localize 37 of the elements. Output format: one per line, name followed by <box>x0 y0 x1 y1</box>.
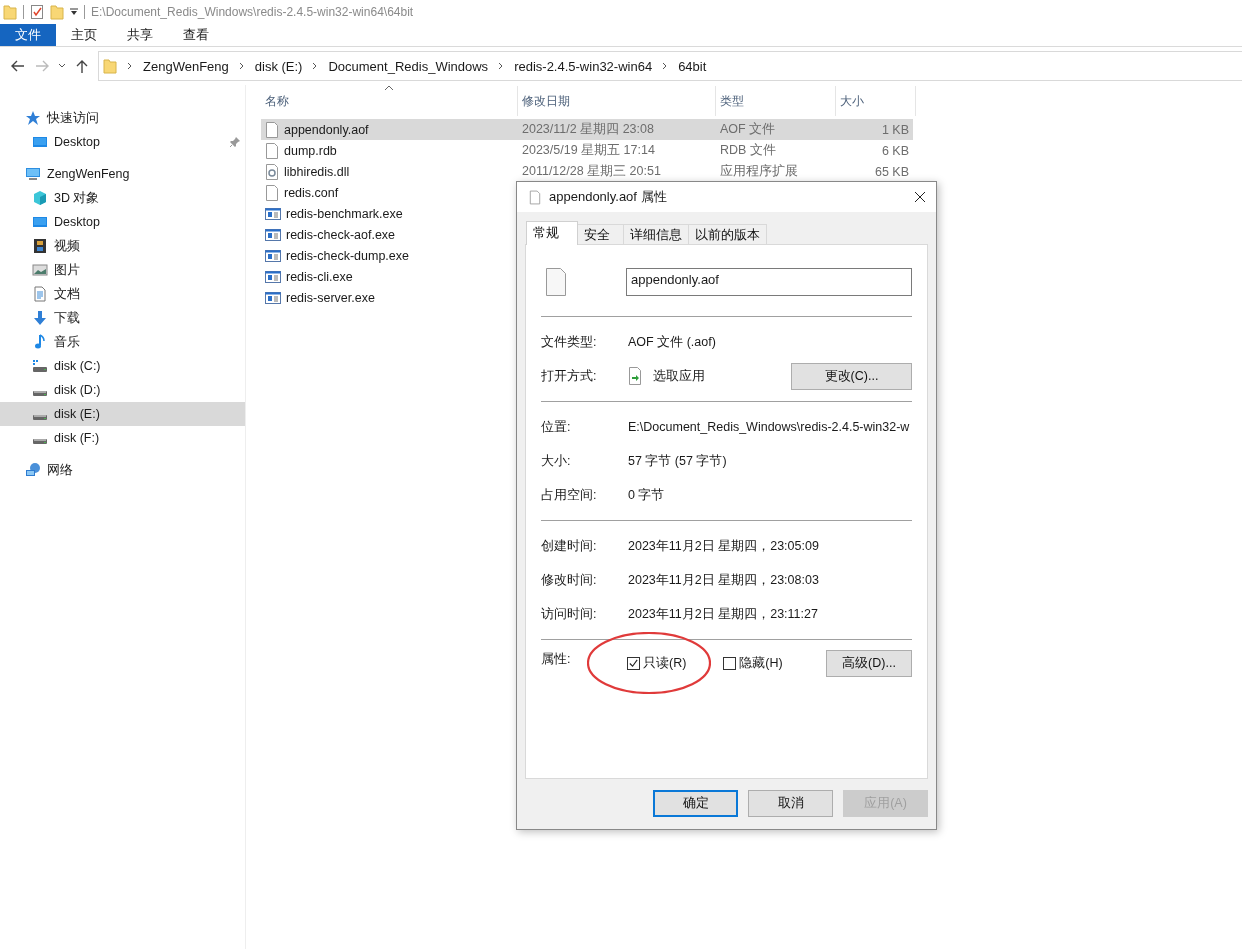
dialog-title: appendonly.aof 属性 <box>549 188 667 206</box>
property-label: 打开方式: <box>541 367 598 385</box>
type-cell: 应用程序扩展 <box>720 163 798 180</box>
date-cell: 2023/11/2 星期四 23:08 <box>522 121 654 138</box>
type-cell: RDB 文件 <box>720 142 776 159</box>
window-title: E:\Document_Redis_Windows\redis-2.4.5-win32-win64\64bit <box>91 5 414 19</box>
file-name: redis-server.exe <box>286 290 375 305</box>
property-label: 文件类型: <box>541 333 598 351</box>
property-label: 占用空间: <box>541 486 598 504</box>
property-value: E:\Document_Redis_Windows\redis-2.4.5-win32-w <box>628 420 910 434</box>
property-label: 位置: <box>541 418 572 436</box>
property-value: 2023年11月2日 星期四，23:05:09 <box>628 537 819 555</box>
file-name: dump.rdb <box>284 143 337 158</box>
file-name: appendonly.aof <box>284 122 369 137</box>
date-cell: 2023/5/19 星期五 17:14 <box>522 142 655 159</box>
type-cell: AOF 文件 <box>720 121 776 138</box>
property-value: 57 字节 (57 字节) <box>628 452 727 470</box>
property-value: 0 字节 <box>628 486 665 504</box>
property-label: 访问时间: <box>541 605 598 623</box>
property-label: 大小: <box>541 452 572 470</box>
size-cell: 6 KB <box>881 143 909 158</box>
date-cell: 2011/12/28 星期三 20:51 <box>522 163 661 180</box>
property-label: 创建时间: <box>541 537 598 555</box>
property-value: AOF 文件 (.aof) <box>628 333 716 351</box>
file-name: libhiredis.dll <box>284 164 350 179</box>
property-value: 2023年11月2日 星期四，23:08:03 <box>628 571 819 589</box>
property-value: 2023年11月2日 星期四，23:11:27 <box>628 605 818 623</box>
file-name: redis-check-aof.exe <box>286 227 396 242</box>
size-cell: 1 KB <box>881 122 909 137</box>
file-name: redis-cli.exe <box>286 269 353 284</box>
file-name: redis.conf <box>284 185 339 200</box>
property-label: 属性: <box>541 651 572 668</box>
property-label: 修改时间: <box>541 571 598 589</box>
file-name: redis-benchmark.exe <box>286 206 403 221</box>
size-cell: 65 KB <box>874 164 909 179</box>
file-name: redis-check-dump.exe <box>286 248 409 263</box>
app-name: 选取应用 <box>653 367 705 385</box>
